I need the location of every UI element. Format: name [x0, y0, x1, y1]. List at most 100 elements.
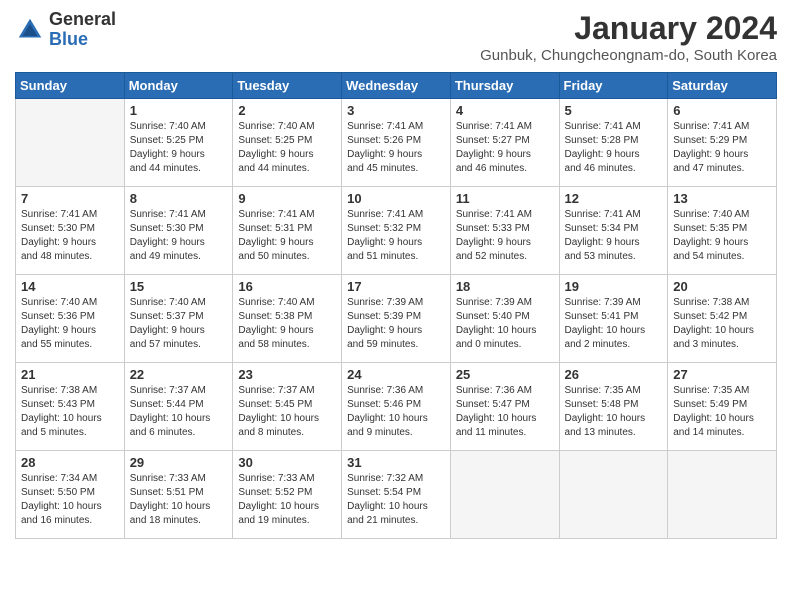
cell-info: Sunrise: 7:32 AMSunset: 5:54 PMDaylight:… [347, 472, 445, 528]
calendar-cell: 9 Sunrise: 7:41 AM Sunset: 5:31 PM Daylight… [233, 187, 342, 275]
sunset-text: Sunset: 5:25 PM [130, 135, 204, 146]
cell-info: Sunrise: 7:36 AMSunset: 5:47 PMDaylight:… [456, 384, 554, 440]
cell-info: Sunrise: 7:35 AMSunset: 5:49 PMDaylight:… [673, 384, 771, 440]
day-number: 17 [347, 279, 445, 294]
sunset-text: Sunset: 5:42 PM [673, 311, 747, 322]
sunset-text: Sunset: 5:43 PM [21, 399, 95, 410]
daylight-text: Daylight: 10 hoursand 11 minutes. [456, 413, 537, 438]
sunset-text: Sunset: 5:41 PM [565, 311, 639, 322]
cell-info: Sunrise: 7:41 AMSunset: 5:30 PMDaylight:… [130, 208, 228, 264]
calendar-cell: 17Sunrise: 7:39 AMSunset: 5:39 PMDayligh… [342, 275, 451, 363]
calendar-cell: 16Sunrise: 7:40 AMSunset: 5:38 PMDayligh… [233, 275, 342, 363]
calendar-cell: 23Sunrise: 7:37 AMSunset: 5:45 PMDayligh… [233, 363, 342, 451]
calendar-week-2: 7Sunrise: 7:41 AMSunset: 5:30 PMDaylight… [16, 187, 777, 275]
sunrise-text: Sunrise: 7:37 AM [238, 385, 314, 396]
calendar-cell: 26Sunrise: 7:35 AMSunset: 5:48 PMDayligh… [559, 363, 668, 451]
sunrise-text: Sunrise: 7:36 AM [347, 385, 423, 396]
cell-info: Sunrise: 7:41 AMSunset: 5:33 PMDaylight:… [456, 208, 554, 264]
sunrise-text: Sunrise: 7:41 AM [456, 209, 532, 220]
sunset-text: Sunset: 5:44 PM [130, 399, 204, 410]
day-number: 15 [130, 279, 228, 294]
day-number: 29 [130, 455, 228, 470]
day-number: 9 [238, 191, 336, 206]
daylight-text: Daylight: 9 hoursand 52 minutes. [456, 237, 531, 262]
sunset-text: Sunset: 5:28 PM [565, 135, 639, 146]
day-number: 28 [21, 455, 119, 470]
sunset-text: Sunset: 5:30 PM [130, 223, 204, 234]
sunrise-text: Sunrise: 7:35 AM [565, 385, 641, 396]
sunset-text: Sunset: 5:36 PM [21, 311, 95, 322]
cell-info: Sunrise: 7:40 AMSunset: 5:25 PMDaylight:… [130, 120, 228, 176]
sunrise-text: Sunrise: 7:41 AM [347, 209, 423, 220]
calendar-cell: 3Sunrise: 7:41 AMSunset: 5:26 PMDaylight… [342, 99, 451, 187]
cell-info: Sunrise: 7:41 AMSunset: 5:26 PMDaylight:… [347, 120, 445, 176]
calendar-week-3: 14Sunrise: 7:40 AMSunset: 5:36 PMDayligh… [16, 275, 777, 363]
sunset-text: Sunset: 5:40 PM [456, 311, 530, 322]
sunrise-text: Sunrise: 7:39 AM [347, 297, 423, 308]
sunset-text: Sunset: 5:32 PM [347, 223, 421, 234]
daylight-text: Daylight: 9 hoursand 55 minutes. [21, 325, 96, 350]
day-number: 27 [673, 367, 771, 382]
daylight-text: Daylight: 10 hoursand 18 minutes. [130, 501, 211, 526]
cell-info: Sunrise: 7:39 AMSunset: 5:39 PMDaylight:… [347, 296, 445, 352]
sunrise-text: Sunrise: 7:34 AM [21, 473, 97, 484]
daylight-text: Daylight: 9 hoursand 50 minutes. [238, 237, 313, 262]
sunset-text: Sunset: 5:34 PM [565, 223, 639, 234]
sunset-text: Sunset: 5:49 PM [673, 399, 747, 410]
day-number: 30 [238, 455, 336, 470]
sunrise-text: Sunrise: 7:40 AM [673, 209, 749, 220]
sunrise-text: Sunrise: 7:41 AM [238, 209, 314, 220]
cell-info: Sunrise: 7:41 AM Sunset: 5:31 PM Daylight:… [238, 208, 336, 264]
calendar-cell: 24 Sunrise: 7:36 AMSunset: 5:46 PMDayligh… [342, 363, 451, 451]
day-number: 5 [565, 103, 663, 118]
day-header-friday: Friday [559, 73, 668, 99]
day-number: 31 [347, 455, 445, 470]
sunrise-text: Sunrise: 7:35 AM [673, 385, 749, 396]
sunset-text: Sunset: 5:39 PM [347, 311, 421, 322]
sunset-text: Sunset: 5:30 PM [21, 223, 95, 234]
calendar-cell: 22Sunrise: 7:37 AMSunset: 5:44 PMDayligh… [124, 363, 233, 451]
calendar-cell: 28 Sunrise: 7:34 AMSunset: 5:50 PMDayligh… [16, 451, 125, 539]
day-number: 20 [673, 279, 771, 294]
location-subtitle: Gunbuk, Chungcheongnam-do, South Korea [480, 47, 777, 64]
calendar-cell: 12Sunrise: 7:41 AMSunset: 5:34 PMDayligh… [559, 187, 668, 275]
calendar-table: SundayMondayTuesdayWednesdayThursdayFrid… [15, 72, 777, 539]
calendar-cell: 19Sunrise: 7:39 AMSunset: 5:41 PMDayligh… [559, 275, 668, 363]
day-number: 13 [673, 191, 771, 206]
cell-info: Sunrise: 7:36 AMSunset: 5:46 PMDaylight:… [347, 384, 445, 440]
sunset-text: Sunset: 5:38 PM [238, 311, 312, 322]
calendar-cell: 13Sunrise: 7:40 AMSunset: 5:35 PMDayligh… [668, 187, 777, 275]
sunset-text: Sunset: 5:51 PM [130, 487, 204, 498]
sunrise-text: Sunrise: 7:40 AM [238, 297, 314, 308]
calendar-cell: 8Sunrise: 7:41 AMSunset: 5:30 PMDaylight… [124, 187, 233, 275]
calendar-cell: 25Sunrise: 7:36 AMSunset: 5:47 PMDayligh… [450, 363, 559, 451]
sunset-text: Sunset: 5:26 PM [347, 135, 421, 146]
sunrise-text: Sunrise: 7:41 AM [130, 209, 206, 220]
daylight-text: Daylight: 10 hoursand 5 minutes. [21, 413, 102, 438]
calendar-cell: 5Sunrise: 7:41 AMSunset: 5:28 PMDaylight… [559, 99, 668, 187]
day-number: 24 [347, 367, 445, 382]
calendar-cell: 10Sunrise: 7:41 AMSunset: 5:32 PMDayligh… [342, 187, 451, 275]
cell-info: Sunrise: 7:34 AMSunset: 5:50 PMDaylight:… [21, 472, 119, 528]
sunrise-text: Sunrise: 7:40 AM [21, 297, 97, 308]
day-header-sunday: Sunday [16, 73, 125, 99]
sunset-text: Sunset: 5:54 PM [347, 487, 421, 498]
sunset-text: Sunset: 5:29 PM [673, 135, 747, 146]
day-number: 21 [21, 367, 119, 382]
sunset-text: Sunset: 5:27 PM [456, 135, 530, 146]
daylight-text: Daylight: 10 hoursand 9 minutes. [347, 413, 428, 438]
sunrise-text: Sunrise: 7:32 AM [347, 473, 423, 484]
logo-icon [15, 15, 45, 45]
calendar-header-row: SundayMondayTuesdayWednesdayThursdayFrid… [16, 73, 777, 99]
daylight-text: Daylight: 9 hoursand 53 minutes. [565, 237, 640, 262]
day-number: 19 [565, 279, 663, 294]
calendar-cell: 1Sunrise: 7:40 AMSunset: 5:25 PMDaylight… [124, 99, 233, 187]
sunrise-text: Sunrise: 7:38 AM [673, 297, 749, 308]
cell-info: Sunrise: 7:41 AMSunset: 5:27 PMDaylight:… [456, 120, 554, 176]
sunrise-text: Sunrise: 7:40 AM [130, 121, 206, 132]
sunset-text: Sunset: 5:31 PM [238, 223, 312, 234]
cell-info: Sunrise: 7:41 AMSunset: 5:34 PMDaylight:… [565, 208, 663, 264]
cell-info: Sunrise: 7:40 AMSunset: 5:38 PMDaylight:… [238, 296, 336, 352]
logo-text: General Blue [49, 10, 116, 50]
day-number: 18 [456, 279, 554, 294]
